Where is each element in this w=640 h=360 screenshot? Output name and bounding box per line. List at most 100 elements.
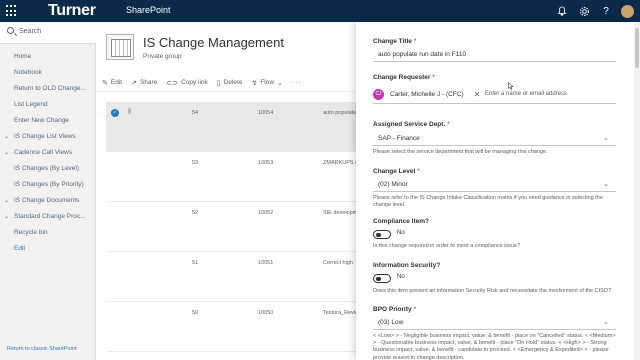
chevron-down-icon: ⌄: [603, 181, 609, 188]
site-logo[interactable]: [106, 34, 134, 60]
persona-name: Carter, Michelle J - (CFC): [390, 90, 464, 98]
list-cell: 10053: [258, 160, 274, 166]
sidebar-item[interactable]: Return to OLD Change...: [0, 80, 96, 96]
service-dept-dropdown[interactable]: SAP - Finance ⌄: [373, 132, 616, 146]
sidebar-item[interactable]: ⌄ IS Change List Views: [0, 128, 96, 144]
compliance-toggle[interactable]: [373, 230, 391, 239]
people-picker[interactable]: CJ Carter, Michelle J - (CFC) ✕ Enter a …: [373, 84, 616, 104]
flow-label: Flow: [260, 79, 275, 86]
flow-icon: ↯: [251, 79, 258, 87]
list-row[interactable]: 52 10052 SIE developm: [106, 202, 357, 252]
sidebar-item[interactable]: List Legend: [0, 96, 96, 112]
change-title-input[interactable]: auto populate run date in F110: [373, 48, 616, 62]
bpo-priority-help: < <Low> > - Negligible business impact, …: [373, 333, 616, 360]
bpo-priority-label: BPO Priority *: [373, 306, 416, 313]
people-search-input[interactable]: Enter a name or email address: [485, 91, 567, 97]
list-cell: 54: [192, 110, 199, 116]
return-classic-link[interactable]: Return to classic SharePoint: [7, 346, 76, 352]
more-button[interactable]: ···: [292, 79, 302, 86]
sidebar-item-label: Cadence Call Views: [14, 148, 73, 156]
chevron-down-icon[interactable]: ⌄: [4, 213, 9, 220]
gear-icon[interactable]: [573, 0, 595, 22]
bell-icon[interactable]: [551, 0, 573, 22]
link-icon: ⊂⊃: [166, 79, 179, 87]
sidebar-item[interactable]: Enter New Change: [0, 112, 96, 128]
search-icon: [7, 27, 14, 34]
list-row[interactable]: 51 10051 Correct high: [106, 252, 356, 302]
list-cell: 10052: [258, 210, 274, 216]
share-icon: ↗: [131, 79, 137, 87]
service-dept-help: Please select the service department tha…: [373, 149, 548, 155]
sidebar-item[interactable]: ⌄ Standard Change Proc...: [0, 208, 96, 224]
sidebar-item[interactable]: Notebook: [0, 64, 96, 80]
chevron-down-icon[interactable]: ⌄: [4, 197, 9, 204]
search-box[interactable]: Search: [0, 22, 96, 44]
list-cell: 50: [192, 310, 199, 316]
list-cell: 10054: [258, 110, 274, 116]
list-cell[interactable]: Correct high: [323, 260, 353, 266]
list-cell[interactable]: ZMARKUPS d: [323, 160, 358, 166]
trash-icon: ▯: [216, 79, 221, 87]
list-view: ✓ ⫼ 54 10054 auto populate 53 10053 ZMARKUPS d5…: [106, 102, 358, 360]
edit-label: Edit: [110, 79, 123, 86]
list-cell[interactable]: auto populate: [323, 110, 356, 116]
brand-logo[interactable]: Turner: [48, 2, 96, 20]
bpo-priority-dropdown[interactable]: (03) Low ⌄: [373, 316, 616, 330]
toggle-knob: [376, 276, 381, 281]
pencil-icon: ✎: [102, 79, 108, 87]
sidebar-item-label: List Legend: [14, 100, 48, 108]
persona-chip[interactable]: CJ Carter, Michelle J - (CFC) ✕: [373, 88, 480, 100]
sidebar-item-label: IS Changes (By Priority): [14, 180, 84, 188]
sidebar-item-label: Standard Change Proc...: [14, 212, 86, 220]
change-level-label: Change Level *: [373, 168, 420, 175]
edit-panel: Change Title * auto populate run date in…: [356, 22, 634, 360]
list-cell[interactable]: Textura_Revie: [323, 310, 358, 316]
sidebar-item[interactable]: Edit: [0, 240, 96, 256]
sidebar-item-label: IS Change List Views: [14, 132, 76, 140]
list-row[interactable]: 53 10053 ZMARKUPS d: [106, 152, 358, 202]
list-cell: 10051: [258, 260, 274, 266]
sidebar-item-label: Return to OLD Change...: [14, 84, 86, 92]
edit-button[interactable]: ✎ Edit: [102, 79, 122, 87]
delete-button[interactable]: ▯ Delete: [217, 79, 243, 87]
chevron-down-icon[interactable]: ⌄: [4, 149, 9, 156]
avatar[interactable]: [621, 4, 634, 18]
chevron-down-icon: ⌄: [603, 319, 609, 326]
compliance-help: Is this change required in order to meet…: [373, 243, 521, 249]
info-security-toggle[interactable]: [373, 274, 391, 283]
copy-link-button[interactable]: ⊂⊃ Copy link: [166, 79, 207, 87]
sidebar-item[interactable]: ⌄ Cadence Call Views: [0, 144, 96, 160]
app-name[interactable]: SharePoint: [126, 5, 171, 15]
sidebar-item[interactable]: ⌄ IS Change Documents: [0, 192, 96, 208]
sidebar-item[interactable]: Home: [0, 48, 96, 64]
attachment-icon: ⫼: [128, 109, 131, 115]
mouse-cursor-icon: [508, 82, 514, 90]
sidebar-item[interactable]: Recycle bin: [0, 224, 96, 240]
remove-person-icon[interactable]: ✕: [474, 90, 481, 99]
delete-label: Delete: [223, 79, 243, 86]
suite-bar: Turner SharePoint ?: [0, 0, 640, 22]
change-requester-label: Change Requester *: [373, 74, 435, 81]
flow-button[interactable]: ↯ Flow ⌄: [251, 79, 282, 87]
chevron-down-icon: ⌄: [603, 135, 609, 142]
sidebar-item[interactable]: IS Changes (By Priority): [0, 176, 96, 192]
info-security-state: No: [397, 274, 405, 280]
sidebar-item[interactable]: IS Changes (By Level): [0, 160, 96, 176]
chevron-down-icon[interactable]: ⌄: [4, 133, 9, 140]
list-cell[interactable]: SIE developm: [323, 210, 357, 216]
share-button[interactable]: ↗ Share: [131, 79, 157, 87]
list-row[interactable]: ✓ ⫼ 54 10054 auto populate: [106, 102, 356, 152]
command-bar: ✎ Edit ↗ Share ⊂⊃ Copy link ▯ Delete ↯ F…: [96, 74, 356, 92]
chevron-down-icon: ⌄: [277, 79, 283, 87]
scrollbar-thumb[interactable]: [635, 28, 639, 68]
list-row[interactable]: 50 10050 Textura_Revie: [106, 302, 358, 352]
help-icon[interactable]: ?: [595, 0, 617, 22]
service-dept-value: SAP - Finance: [378, 135, 420, 142]
change-level-dropdown[interactable]: (02) Minor ⌄: [373, 178, 616, 192]
search-placeholder: Search: [19, 28, 42, 35]
service-dept-label: Assigned Service Dept. *: [373, 121, 450, 128]
panel-scrollbar[interactable]: [634, 22, 640, 360]
site-title[interactable]: IS Change Management: [143, 35, 284, 50]
checkmark-icon[interactable]: ✓: [111, 109, 119, 117]
waffle-icon[interactable]: [6, 5, 18, 17]
